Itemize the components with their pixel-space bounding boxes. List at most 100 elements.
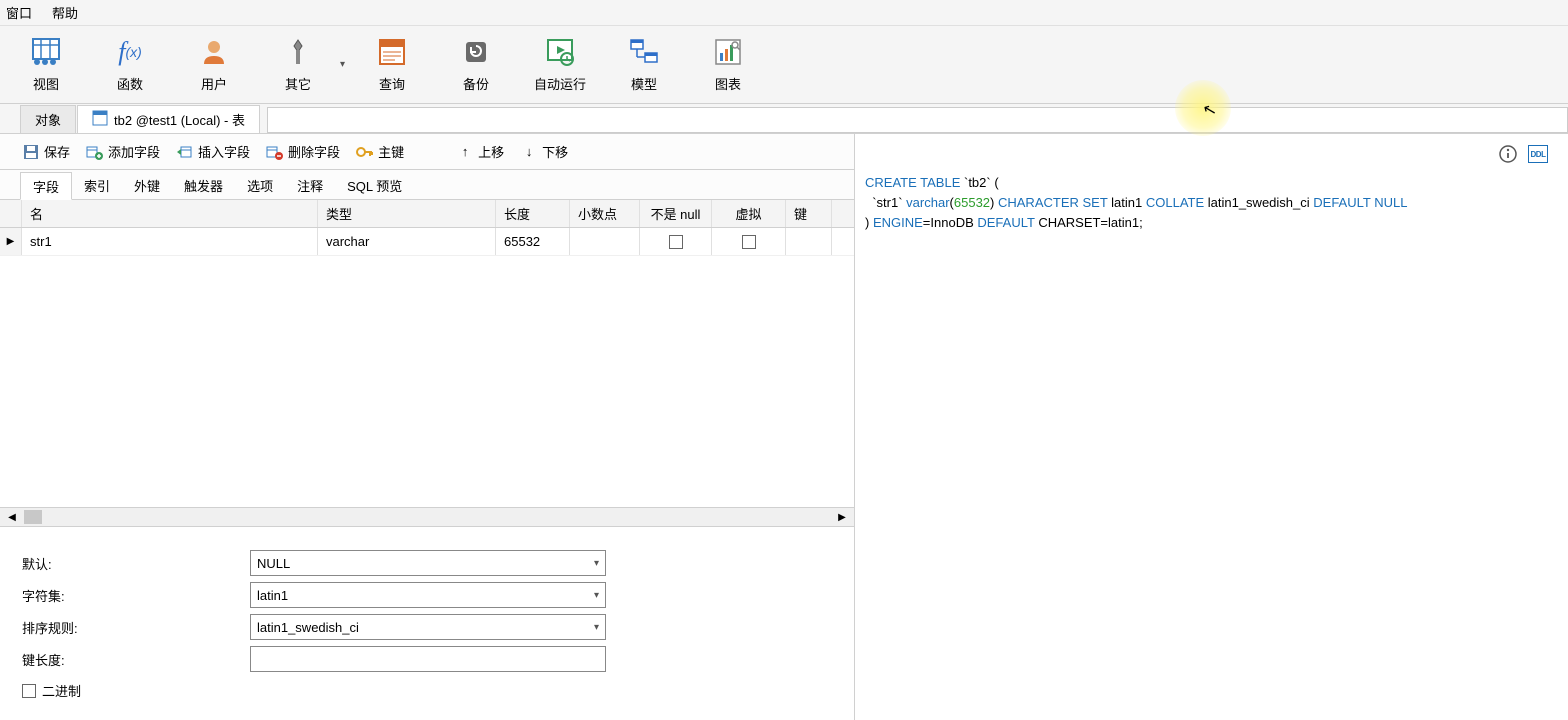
- tab-objects[interactable]: 对象: [20, 105, 76, 133]
- col-decimal[interactable]: 小数点: [570, 200, 640, 227]
- col-length[interactable]: 长度: [496, 200, 570, 227]
- sql-preview-pane: DDL CREATE TABLE `tb2` ( `str1` varchar(…: [855, 134, 1568, 720]
- grid-header: 名 类型 长度 小数点 不是 null 虚拟 键: [0, 200, 854, 228]
- toolbar-backup[interactable]: 备份: [434, 27, 518, 103]
- save-button[interactable]: 保存: [22, 142, 70, 161]
- keylen-input[interactable]: [250, 646, 606, 672]
- horizontal-scrollbar[interactable]: ◀ ▶: [0, 507, 854, 527]
- col-name[interactable]: 名: [22, 200, 318, 227]
- toolbar-backup-label: 备份: [463, 74, 489, 93]
- table-icon: [92, 110, 108, 129]
- autorun-icon: [544, 36, 576, 68]
- subtab-field[interactable]: 字段: [20, 172, 72, 200]
- checkbox-notnull[interactable]: [669, 235, 683, 249]
- grid-icon: [30, 36, 62, 68]
- insert-field-button[interactable]: 插入字段: [176, 142, 250, 161]
- toolbar-other[interactable]: 其它: [256, 27, 340, 103]
- cell-type[interactable]: varchar: [318, 228, 496, 255]
- cell-virtual[interactable]: [712, 228, 786, 255]
- chevron-down-icon[interactable]: ▾: [340, 59, 350, 70]
- checkbox-binary[interactable]: [22, 684, 36, 698]
- toolbar-query-label: 查询: [379, 74, 405, 93]
- tab-current[interactable]: tb2 @test1 (Local) - 表: [77, 105, 260, 133]
- add-field-button[interactable]: 添加字段: [86, 142, 160, 161]
- cell-name[interactable]: str1: [22, 228, 318, 255]
- toolbar-user[interactable]: 用户: [172, 27, 256, 103]
- main-toolbar: 视图 f(x) 函数 用户 其它 ▾ 查询 备份 自动运行 模型 图表: [0, 26, 1568, 104]
- scroll-left-icon[interactable]: ◀: [4, 512, 20, 523]
- chevron-down-icon: ▾: [594, 590, 599, 601]
- move-up-button[interactable]: ↑ 上移: [456, 142, 504, 161]
- menu-bar: 窗口 帮助: [0, 0, 1568, 26]
- collation-combo[interactable]: latin1_swedish_ci ▾: [250, 614, 606, 640]
- query-icon: [376, 36, 408, 68]
- subtab-comment[interactable]: 注释: [285, 171, 335, 199]
- default-value: NULL: [257, 556, 290, 571]
- insert-field-icon: [176, 143, 194, 161]
- col-type[interactable]: 类型: [318, 200, 496, 227]
- menu-window[interactable]: 窗口: [6, 3, 32, 22]
- field-properties: 默认: NULL ▾ 字符集: latin1 ▾ 排序规则: latin1_sw…: [0, 527, 854, 720]
- toolbar-query[interactable]: 查询: [350, 27, 434, 103]
- delete-field-icon: [266, 143, 284, 161]
- checkbox-virtual[interactable]: [742, 235, 756, 249]
- toolbar-model-label: 模型: [631, 74, 657, 93]
- keylen-label: 键长度:: [22, 650, 250, 669]
- tab-objects-label: 对象: [35, 110, 61, 129]
- tab-search-input[interactable]: [267, 107, 1568, 133]
- subtab-sql-preview[interactable]: SQL 预览: [335, 171, 414, 199]
- toolbar-function[interactable]: f(x) 函数: [88, 27, 172, 103]
- col-notnull[interactable]: 不是 null: [640, 200, 712, 227]
- subtab-index[interactable]: 索引: [72, 171, 122, 199]
- col-virtual[interactable]: 虚拟: [712, 200, 786, 227]
- info-icon[interactable]: [1498, 144, 1518, 164]
- toolbar-view-label: 视图: [33, 74, 59, 93]
- menu-help[interactable]: 帮助: [52, 3, 78, 22]
- scroll-right-icon[interactable]: ▶: [834, 512, 850, 523]
- toolbar-view[interactable]: 视图: [4, 27, 88, 103]
- move-up-label: 上移: [478, 142, 504, 161]
- row-indicator-header: [0, 200, 22, 227]
- toolbar-autorun[interactable]: 自动运行: [518, 27, 602, 103]
- default-combo[interactable]: NULL ▾: [250, 550, 606, 576]
- collation-label: 排序规则:: [22, 618, 250, 637]
- ddl-badge-text: DDL: [1528, 145, 1548, 163]
- scroll-thumb[interactable]: [24, 510, 42, 524]
- function-icon: f(x): [114, 36, 146, 68]
- col-key[interactable]: 键: [786, 200, 832, 227]
- arrow-down-icon: ↓: [520, 143, 538, 161]
- cell-decimal[interactable]: [570, 228, 640, 255]
- save-icon: [22, 143, 40, 161]
- chart-icon: [712, 36, 744, 68]
- user-icon: [198, 36, 230, 68]
- toolbar-model[interactable]: 模型: [602, 27, 686, 103]
- cell-notnull[interactable]: [640, 228, 712, 255]
- save-label: 保存: [44, 142, 70, 161]
- delete-field-button[interactable]: 删除字段: [266, 142, 340, 161]
- binary-label: 二进制: [42, 681, 81, 700]
- tab-current-label: tb2 @test1 (Local) - 表: [114, 110, 245, 129]
- toolbar-other-label: 其它: [285, 74, 311, 93]
- add-field-icon: [86, 143, 104, 161]
- toolbar-function-label: 函数: [117, 74, 143, 93]
- subtab-bar: 字段 索引 外键 触发器 选项 注释 SQL 预览: [0, 170, 854, 200]
- action-toolbar: 保存 添加字段 插入字段 删除字段 主键 ↑ 上移: [0, 134, 854, 170]
- primary-key-label: 主键: [378, 142, 404, 161]
- toolbar-chart[interactable]: 图表: [686, 27, 770, 103]
- chevron-down-icon: ▾: [594, 622, 599, 633]
- primary-key-button[interactable]: 主键: [356, 142, 404, 161]
- cell-length[interactable]: 65532: [496, 228, 570, 255]
- move-down-button[interactable]: ↓ 下移: [520, 142, 568, 161]
- delete-field-label: 删除字段: [288, 142, 340, 161]
- subtab-foreign-key[interactable]: 外键: [122, 171, 172, 199]
- cell-key[interactable]: [786, 228, 832, 255]
- charset-combo[interactable]: latin1 ▾: [250, 582, 606, 608]
- subtab-option[interactable]: 选项: [235, 171, 285, 199]
- charset-label: 字符集:: [22, 586, 250, 605]
- backup-icon: [460, 36, 492, 68]
- table-row[interactable]: ▶ str1 varchar 65532: [0, 228, 854, 256]
- toolbar-autorun-label: 自动运行: [534, 74, 586, 93]
- ddl-icon[interactable]: DDL: [1528, 144, 1548, 164]
- key-icon: [356, 143, 374, 161]
- subtab-trigger[interactable]: 触发器: [172, 171, 235, 199]
